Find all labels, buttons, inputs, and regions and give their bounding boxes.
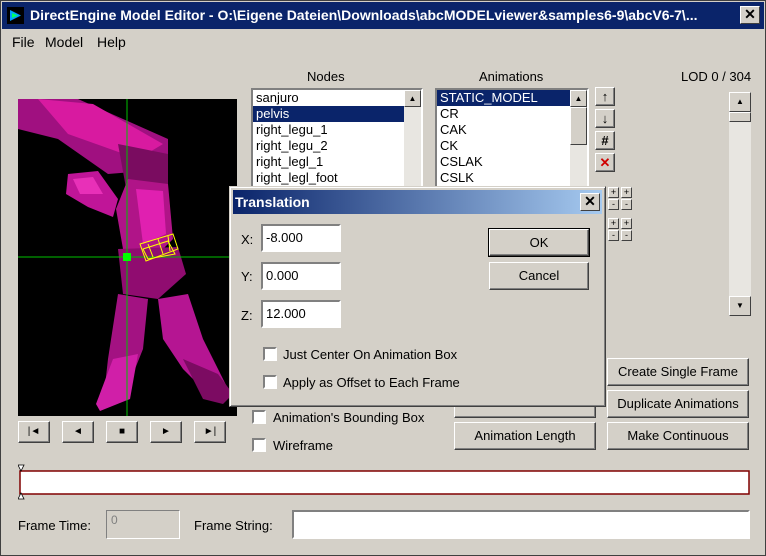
node-item[interactable]: right_legu_2 xyxy=(253,138,421,154)
timeline-track xyxy=(17,464,751,500)
model-viewport[interactable] xyxy=(18,99,237,416)
plus-icon[interactable]: + xyxy=(621,187,632,198)
hash-icon[interactable]: # xyxy=(595,131,615,150)
cancel-button[interactable]: Cancel xyxy=(489,262,589,290)
last-frame-button[interactable]: ►| xyxy=(194,421,226,443)
node-item[interactable]: right_legl_foot xyxy=(253,170,421,186)
menu-file[interactable]: File xyxy=(12,34,35,50)
main-window: DirectEngine Model Editor - O:\Eigene Da… xyxy=(0,0,766,556)
lod-label: LOD 0 / 304 xyxy=(681,69,752,84)
animation-length-button[interactable]: Animation Length xyxy=(454,422,596,450)
offset-each-frame-label: Apply as Offset to Each Frame xyxy=(283,375,460,390)
scroll-down-arrow-icon[interactable]: ▼ xyxy=(729,296,751,316)
move-down-icon[interactable]: ↓ xyxy=(595,109,615,128)
bounding-box-label: Animation's Bounding Box xyxy=(273,410,425,425)
translation-dialog: Translation ✕ X: -8.000 Y: 0.000 Z: 12.0… xyxy=(229,186,606,407)
wireframe-checkbox[interactable] xyxy=(252,438,266,452)
nodes-list[interactable]: sanjuro pelvis right_legu_1 right_legu_2… xyxy=(251,88,423,188)
nodes-label: Nodes xyxy=(307,69,345,84)
next-frame-button[interactable]: ► xyxy=(150,421,182,443)
plus-icon[interactable]: + xyxy=(621,218,632,229)
ok-button[interactable]: OK xyxy=(488,228,590,257)
frame-time-label: Frame Time: xyxy=(18,518,91,533)
node-item[interactable]: right_legl_1 xyxy=(253,154,421,170)
z-label: Z: xyxy=(241,308,253,323)
menu-bar: File Model Help xyxy=(2,30,764,52)
model-render xyxy=(18,99,237,416)
node-item[interactable]: sanjuro xyxy=(253,90,421,106)
title-bar: DirectEngine Model Editor - O:\Eigene Da… xyxy=(2,2,764,29)
animation-item[interactable]: CSLAK xyxy=(437,154,587,170)
frame-string-field[interactable] xyxy=(292,510,750,539)
node-item-selected[interactable]: pelvis xyxy=(253,106,421,122)
minus-icon[interactable]: - xyxy=(621,230,632,241)
menu-help[interactable]: Help xyxy=(97,34,126,50)
dialog-close-button[interactable]: ✕ xyxy=(580,193,600,211)
scroll-up-arrow-icon[interactable]: ▲ xyxy=(404,90,421,107)
minus-icon[interactable]: - xyxy=(608,199,619,210)
animation-item[interactable]: CSLK xyxy=(437,170,587,186)
create-single-frame-button[interactable]: Create Single Frame xyxy=(607,358,749,386)
minus-icon[interactable]: - xyxy=(621,199,632,210)
frame-time-field: 0 xyxy=(106,510,180,539)
animations-list[interactable]: STATIC_MODEL CR CAK CK CSLAK CSLK ▲ xyxy=(435,88,589,188)
window-close-button[interactable]: ✕ xyxy=(740,6,760,24)
app-icon xyxy=(7,7,24,24)
x-label: X: xyxy=(241,232,254,247)
make-continuous-button[interactable]: Make Continuous xyxy=(607,422,749,450)
delete-icon[interactable]: ✕ xyxy=(595,153,615,172)
frame-string-label: Frame String: xyxy=(194,518,273,533)
y-input[interactable]: 0.000 xyxy=(261,262,341,290)
minus-icon[interactable]: - xyxy=(608,230,619,241)
scroll-up-arrow-icon[interactable]: ▲ xyxy=(729,92,751,112)
timeline[interactable] xyxy=(17,464,751,500)
animations-label: Animations xyxy=(479,69,544,84)
scroll-thumb[interactable] xyxy=(729,112,751,122)
animation-item[interactable]: CK xyxy=(437,138,587,154)
dialog-title: Translation xyxy=(235,194,310,210)
center-animation-box-label: Just Center On Animation Box xyxy=(283,347,458,362)
offset-each-frame-checkbox[interactable] xyxy=(263,375,277,389)
animations-scrollbar[interactable]: ▲ xyxy=(570,90,587,186)
duplicate-animations-button[interactable]: Duplicate Animations xyxy=(607,390,749,418)
scroll-up-arrow-icon[interactable]: ▲ xyxy=(570,90,587,107)
prev-frame-button[interactable]: ◄ xyxy=(62,421,94,443)
y-label: Y: xyxy=(241,269,253,284)
move-up-icon[interactable]: ↑ xyxy=(595,87,615,106)
z-input[interactable]: 12.000 xyxy=(261,300,341,328)
nodes-scrollbar[interactable]: ▲ xyxy=(404,90,421,186)
animation-item-selected[interactable]: STATIC_MODEL xyxy=(437,90,587,106)
wireframe-label: Wireframe xyxy=(273,438,333,453)
scroll-thumb[interactable] xyxy=(570,107,587,145)
menu-model[interactable]: Model xyxy=(45,34,83,50)
stop-button[interactable]: ■ xyxy=(106,421,138,443)
bounding-box-checkbox[interactable] xyxy=(252,410,266,424)
animation-item[interactable]: CAK xyxy=(437,122,587,138)
node-item[interactable]: right_legu_1 xyxy=(253,122,421,138)
animation-item[interactable]: CR xyxy=(437,106,587,122)
plus-icon[interactable]: + xyxy=(608,218,619,229)
center-animation-box-checkbox[interactable] xyxy=(263,347,277,361)
dialog-title-bar: Translation ✕ xyxy=(233,190,602,214)
lod-scrollbar[interactable]: ▲ ▼ xyxy=(729,92,751,316)
x-input[interactable]: -8.000 xyxy=(261,224,341,252)
window-title: DirectEngine Model Editor - O:\Eigene Da… xyxy=(30,7,698,23)
first-frame-button[interactable]: |◄ xyxy=(18,421,50,443)
plus-icon[interactable]: + xyxy=(608,187,619,198)
